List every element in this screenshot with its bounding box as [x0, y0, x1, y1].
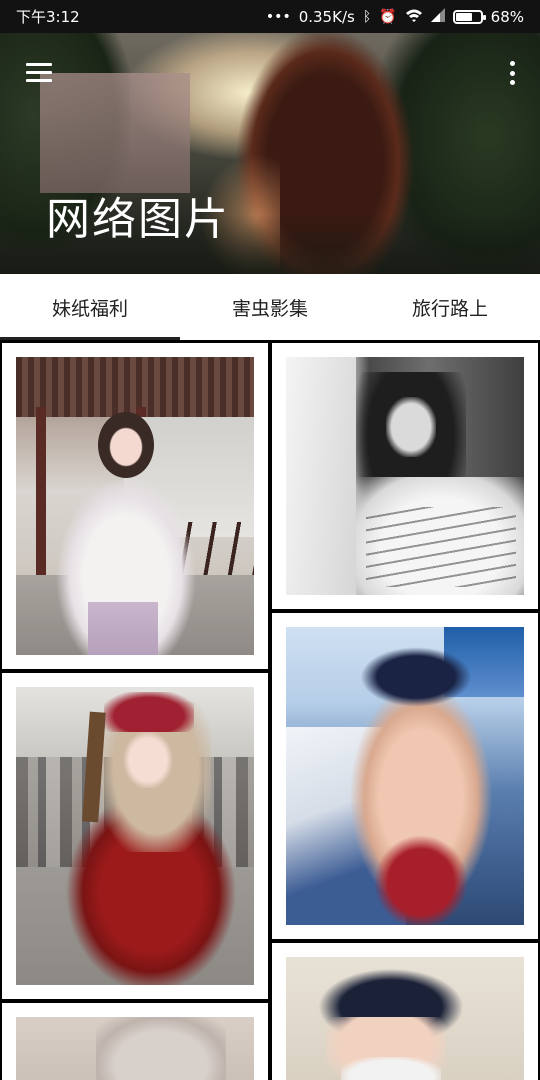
bluetooth-icon: ᛒ: [362, 8, 372, 25]
photo-card-1[interactable]: [2, 343, 268, 669]
battery-icon: [452, 9, 486, 24]
status-time: 下午3:12: [16, 8, 80, 26]
photo-card-2[interactable]: [272, 343, 538, 609]
photo-card-4[interactable]: [272, 613, 538, 939]
network-speed: 0.35K/s: [298, 7, 355, 26]
photo-red-cosplay: [16, 687, 254, 985]
battery-percent: 68%: [490, 7, 524, 26]
alarm-icon: ⏰: [379, 8, 397, 25]
dots-icon: •••: [265, 8, 291, 25]
wifi-icon: [405, 8, 423, 26]
hamburger-menu-icon[interactable]: [26, 63, 52, 83]
tab-bar: 妹纸福利 害虫影集 旅行路上: [0, 274, 540, 340]
tab-lvxing-lushang[interactable]: 旅行路上: [360, 274, 540, 340]
photo-bw-girl: [286, 357, 524, 595]
photo-card-6[interactable]: [272, 943, 538, 1080]
battery-level: [455, 12, 472, 21]
photo-hanfu-girl: [16, 357, 254, 655]
page-title: 网络图片: [46, 194, 230, 245]
banner-building: [40, 73, 190, 193]
tab-meizhi-fuli[interactable]: 妹纸福利: [0, 274, 180, 340]
photo-grid: [0, 340, 540, 1080]
tab-haichong-yingji[interactable]: 害虫影集: [180, 274, 360, 340]
photo-navy-cap-girl: [286, 627, 524, 925]
photo-card-3[interactable]: [2, 673, 268, 999]
status-bar: 下午3:12 ••• 0.35K/s ᛒ ⏰ 68%: [0, 0, 540, 33]
signal-icon: [430, 7, 445, 26]
photo-card-5[interactable]: [2, 1003, 268, 1080]
photo-partial-cap-mask: [286, 957, 524, 1080]
header-banner: 网络图片: [0, 33, 540, 274]
photo-partial-bottom-left: [16, 1017, 254, 1080]
more-vertical-icon[interactable]: [508, 61, 516, 85]
